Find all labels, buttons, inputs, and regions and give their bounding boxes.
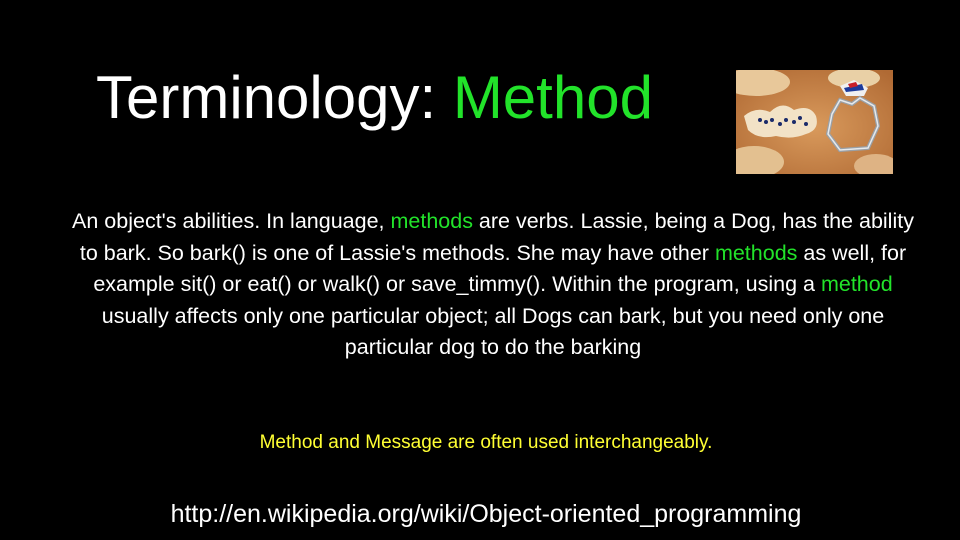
title-accent: Method xyxy=(452,64,653,131)
cookie-cutter-photo xyxy=(736,70,893,174)
highlight-method-3: method xyxy=(820,272,893,297)
highlight-methods-2: methods xyxy=(714,240,798,265)
wikipedia-link[interactable]: http://en.wikipedia.org/wiki/Object-orie… xyxy=(0,497,960,531)
title-prefix: Terminology: xyxy=(96,64,453,131)
highlight-methods-1: methods xyxy=(390,209,473,233)
body-text-1: An object's abilities. In language, xyxy=(72,209,391,233)
body-paragraph: An object's abilities. In language, meth… xyxy=(72,206,914,364)
slide-title: Terminology: Method xyxy=(96,62,653,134)
interchangeable-note: Method and Message are often used interc… xyxy=(259,432,713,453)
cookie-cutter-image xyxy=(736,70,893,174)
slide: Terminology: Method An object's abilitie… xyxy=(0,0,960,540)
body-text-4: usually affects only one particular obje… xyxy=(101,303,885,360)
